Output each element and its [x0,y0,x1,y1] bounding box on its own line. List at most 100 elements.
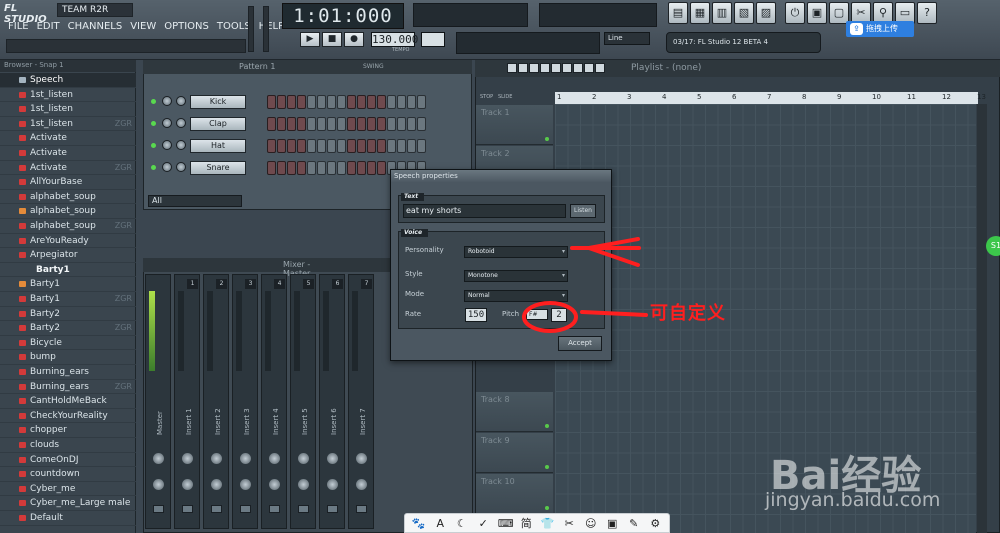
channel-knob[interactable] [162,118,172,128]
step-button[interactable] [387,117,396,131]
channel-button[interactable]: Hat [190,139,246,153]
step-button[interactable] [327,139,336,153]
mixer-insert-strip[interactable]: 2 Insert 2 [203,274,229,529]
pan-knob[interactable] [211,453,222,464]
snap-select[interactable]: Line [604,32,650,45]
browser-item[interactable]: countdown [0,467,136,482]
step-button[interactable] [377,139,386,153]
menu-options[interactable]: OPTIONS [164,21,209,35]
step-button[interactable] [367,95,376,109]
step-button[interactable] [397,117,406,131]
step-button[interactable] [407,139,416,153]
step-button[interactable] [417,139,426,153]
pan-knob[interactable] [269,453,280,464]
step-button[interactable] [387,139,396,153]
piano-roll-icon[interactable]: ▥ [712,2,732,24]
fx-slot[interactable] [211,505,222,513]
volume-knob[interactable] [269,479,280,490]
volume-knob[interactable] [240,479,251,490]
browser-item[interactable]: Cyber_me_Large male [0,496,136,511]
step-button[interactable] [277,117,286,131]
pan-knob[interactable] [182,453,193,464]
step-button[interactable] [357,95,366,109]
channel-rack-icon[interactable]: ▦ [690,2,710,24]
volume-knob[interactable] [298,479,309,490]
browser-item[interactable]: CantHoldMeBack [0,394,136,409]
browser-item[interactable]: Barty2 [0,307,136,322]
channel-mute-led[interactable] [151,99,156,104]
browser-item[interactable]: AreYouReady [0,234,136,249]
step-button[interactable] [347,117,356,131]
mixer-insert-strip[interactable]: 3 Insert 3 [232,274,258,529]
step-button[interactable] [277,161,286,175]
volume-knob[interactable] [211,479,222,490]
record-button[interactable]: ● [344,32,364,47]
step-button[interactable] [317,161,326,175]
record-options[interactable] [456,32,600,54]
browser-item[interactable]: 1st_listen [0,88,136,103]
settings-icon[interactable]: ⚙ [648,517,662,530]
channel-mute-led[interactable] [151,165,156,170]
master-pitch-slider[interactable] [263,6,269,52]
pan-knob[interactable] [298,453,309,464]
browser-item[interactable]: alphabet_soup ZGR [0,219,136,234]
channel-button[interactable]: Snare [190,161,246,175]
browser-item[interactable]: Barty2 ZGR [0,321,136,336]
fx-slot[interactable] [298,505,309,513]
playback-tool-icon[interactable] [595,63,605,73]
browser-item[interactable]: Activate [0,146,136,161]
channel-knob[interactable] [176,162,186,172]
step-button[interactable] [347,139,356,153]
slide-label[interactable]: SLIDE [498,94,512,100]
channel-knob[interactable] [162,162,172,172]
step-button[interactable] [377,161,386,175]
browser-item[interactable]: AllYourBase [0,175,136,190]
fx-slot[interactable] [240,505,251,513]
step-button[interactable] [407,117,416,131]
menu-edit[interactable]: EDIT [37,21,60,35]
font-icon[interactable]: A [433,517,447,530]
delete-tool-icon[interactable] [529,63,539,73]
step-button[interactable] [377,117,386,131]
moon-icon[interactable]: ☾ [455,517,469,530]
browser-item[interactable]: Bicycle [0,336,136,351]
browser-item[interactable]: Burning_ears ZGR [0,380,136,395]
stop-label[interactable]: STOP [480,94,493,100]
step-button[interactable] [307,117,316,131]
channel-button[interactable]: Kick [190,95,246,109]
draw-tool-icon[interactable] [507,63,517,73]
step-button[interactable] [317,95,326,109]
tempo-display[interactable]: 130.000 [371,32,418,47]
step-button[interactable] [327,117,336,131]
browser-item[interactable]: Burning_ears [0,365,136,380]
step-button[interactable] [367,161,376,175]
volume-knob[interactable] [327,479,338,490]
step-button[interactable] [407,95,416,109]
step-button[interactable] [337,117,346,131]
master-volume-slider[interactable] [248,6,254,52]
step-button[interactable] [397,95,406,109]
menu-tools[interactable]: TOOLS [217,21,251,35]
browser-item[interactable]: Barty1 [0,277,136,292]
channel-knob[interactable] [176,140,186,150]
track-led[interactable] [545,465,549,469]
playlist-ruler[interactable]: 1 2 3 4 5 6 7 8 9 10 11 12 13 [555,92,986,104]
mixer-insert-strip[interactable]: 6 Insert 6 [319,274,345,529]
browser-item[interactable]: Cyber_me [0,482,136,497]
browser-item[interactable]: Barty1 [0,263,136,278]
step-button[interactable] [387,95,396,109]
paint-tool-icon[interactable] [518,63,528,73]
pan-knob[interactable] [327,453,338,464]
simplified-icon[interactable]: 简 [519,515,533,531]
menu-file[interactable]: FILE [8,21,29,35]
play-button[interactable]: ▶ [300,32,320,47]
mixer-insert-strip[interactable]: 5 Insert 5 [290,274,316,529]
channel-mute-led[interactable] [151,143,156,148]
browser-item[interactable]: Default [0,511,136,526]
fx-slot[interactable] [356,505,367,513]
step-button[interactable] [267,161,276,175]
channel-knob[interactable] [176,96,186,106]
step-button[interactable] [267,139,276,153]
step-button[interactable] [287,161,296,175]
mixer-insert-strip[interactable]: 4 Insert 4 [261,274,287,529]
